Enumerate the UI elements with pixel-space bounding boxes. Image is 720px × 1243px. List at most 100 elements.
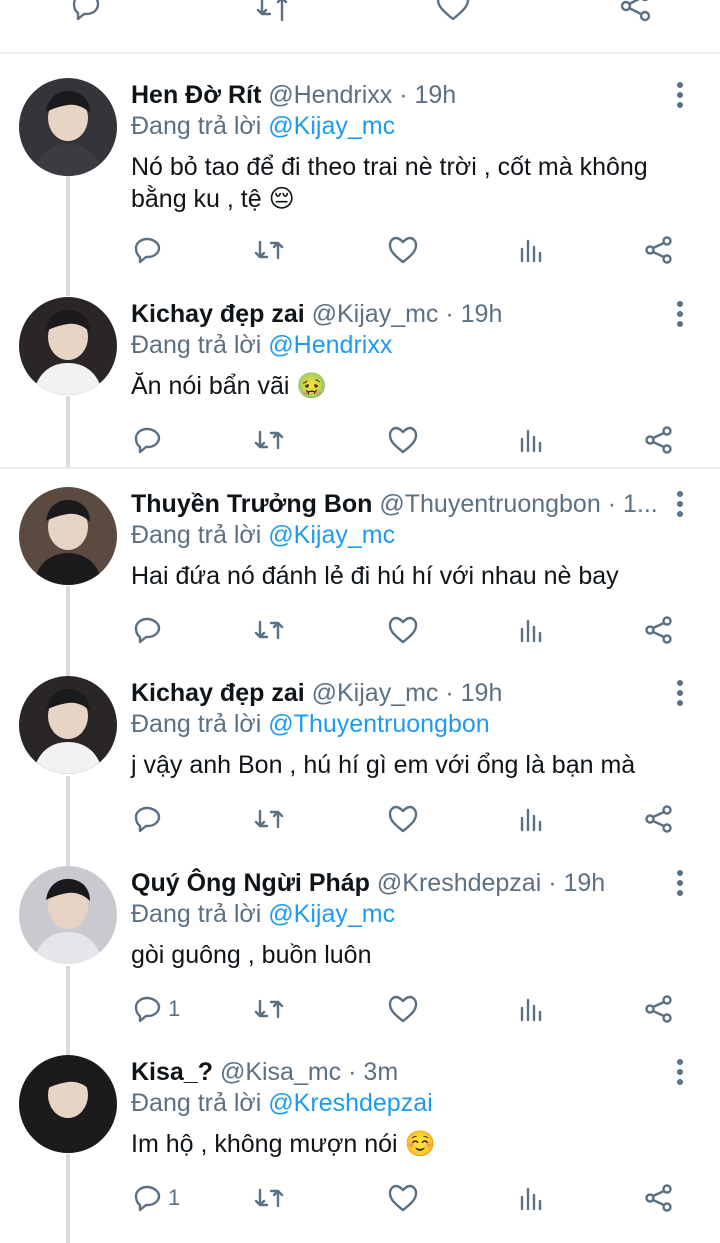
replying-to-mention[interactable]: @Kijay_mc: [268, 112, 395, 140]
tweet-header: Hen Đờ Rít @Hendrixx · 19h: [131, 78, 651, 112]
views-icon[interactable]: [514, 802, 548, 836]
replying-to-label: Đang trả lời: [131, 900, 262, 928]
views-icon[interactable]: [514, 1181, 548, 1215]
display-name[interactable]: Hen Đờ Rít: [131, 81, 261, 109]
timestamp[interactable]: · 1...: [608, 490, 656, 518]
replying-to: Đang trả lời @Kijay_mc: [131, 110, 395, 142]
avatar[interactable]: [19, 866, 117, 964]
share-icon[interactable]: [642, 233, 676, 267]
username[interactable]: @Kijay_mc: [312, 300, 439, 328]
replying-to: Đang trả lời @Thuyentruongbon: [131, 708, 490, 740]
display-name[interactable]: Quý Ông Ngừi Pháp: [131, 869, 370, 897]
tweet-header: Quý Ông Ngừi Pháp @Kreshdepzai · 19h: [131, 866, 651, 900]
avatar[interactable]: [19, 1055, 117, 1153]
replying-to: Đang trả lời @Hendrixx: [131, 329, 392, 361]
avatar-image: [19, 487, 117, 585]
timestamp[interactable]: · 19h: [445, 300, 502, 328]
avatar-image: [19, 676, 117, 774]
timestamp[interactable]: · 3m: [348, 1058, 398, 1086]
retweet-icon[interactable]: [252, 1181, 286, 1215]
replying-to: Đang trả lời @Kijay_mc: [131, 519, 395, 551]
more-icon[interactable]: [668, 1055, 692, 1089]
display-name[interactable]: Kisa_?: [131, 1058, 213, 1086]
retweet-icon[interactable]: [252, 992, 286, 1026]
timestamp[interactable]: · 19h: [445, 679, 502, 707]
like-icon[interactable]: [433, 0, 473, 26]
display-name[interactable]: Kichay đẹp zai: [131, 679, 305, 707]
tweet[interactable]: Hen Đờ Rít @Hendrixx · 19h Đang trả lời …: [0, 78, 720, 264]
reply-icon[interactable]: [131, 423, 165, 457]
tweet-text: Im hộ , không mượn nói ☺️: [131, 1130, 436, 1158]
more-icon[interactable]: [668, 676, 692, 710]
retweet-icon[interactable]: [252, 802, 286, 836]
views-icon[interactable]: [514, 992, 548, 1026]
tweet[interactable]: Thuyền Trưởng Bon @Thuyentruongbon · 1..…: [0, 487, 720, 667]
display-name[interactable]: Kichay đẹp zai: [131, 300, 305, 328]
avatar-image: [19, 1055, 117, 1153]
username[interactable]: @Kreshdepzai: [377, 869, 541, 897]
timestamp[interactable]: · 19h: [548, 869, 605, 897]
reply-icon[interactable]: [131, 802, 165, 836]
display-name[interactable]: Thuyền Trưởng Bon: [131, 490, 372, 518]
like-icon[interactable]: [386, 1181, 420, 1215]
tweet[interactable]: Kichay đẹp zai @Kijay_mc · 19h Đang trả …: [0, 297, 720, 477]
like-icon[interactable]: [386, 233, 420, 267]
reply-count: 1: [168, 996, 181, 1021]
replying-to-label: Đang trả lời: [131, 1089, 262, 1117]
views-icon[interactable]: [514, 613, 548, 647]
username[interactable]: @Hendrixx: [268, 81, 392, 109]
username[interactable]: @Kijay_mc: [312, 679, 439, 707]
avatar[interactable]: [19, 297, 117, 395]
replying-to: Đang trả lời @Kijay_mc: [131, 898, 395, 930]
replying-to-label: Đang trả lời: [131, 331, 262, 359]
avatar-image: [19, 866, 117, 964]
tweet[interactable]: Kichay đẹp zai @Kijay_mc · 19h Đang trả …: [0, 676, 720, 856]
more-icon[interactable]: [668, 78, 692, 112]
replying-to-mention[interactable]: @Hendrixx: [268, 331, 392, 359]
parent-tweet-action-bar: [0, 0, 720, 54]
avatar[interactable]: [19, 676, 117, 774]
like-icon[interactable]: [386, 802, 420, 836]
replying-to-mention[interactable]: @Kijay_mc: [268, 900, 395, 928]
share-icon[interactable]: [642, 1181, 676, 1215]
tweet-header: Kichay đẹp zai @Kijay_mc · 19h: [131, 676, 651, 710]
replying-to-mention[interactable]: @Kreshdepzai: [268, 1089, 432, 1117]
username[interactable]: @Kisa_mc: [220, 1058, 341, 1086]
avatar-image: [19, 297, 117, 395]
like-icon[interactable]: [386, 992, 420, 1026]
more-icon[interactable]: [668, 866, 692, 900]
tweet-text: Nó bỏ tao để đi theo trai nè trời , cốt …: [131, 153, 648, 213]
views-icon[interactable]: [514, 423, 548, 457]
more-icon[interactable]: [668, 487, 692, 521]
tweet[interactable]: Quý Ông Ngừi Pháp @Kreshdepzai · 19h Đan…: [0, 866, 720, 1046]
share-icon[interactable]: [616, 0, 656, 26]
retweet-icon[interactable]: [252, 233, 286, 267]
retweet-icon[interactable]: [252, 613, 286, 647]
retweet-icon[interactable]: [252, 423, 286, 457]
reply-icon[interactable]: [131, 992, 165, 1026]
reply-icon[interactable]: [131, 233, 165, 267]
replying-to-mention[interactable]: @Kijay_mc: [268, 521, 395, 549]
like-icon[interactable]: [386, 613, 420, 647]
like-icon[interactable]: [386, 423, 420, 457]
share-icon[interactable]: [642, 613, 676, 647]
timestamp[interactable]: · 19h: [399, 81, 456, 109]
share-icon[interactable]: [642, 423, 676, 457]
replying-to-mention[interactable]: @Thuyentruongbon: [268, 710, 489, 738]
reply-count: 1: [168, 1185, 181, 1210]
share-icon[interactable]: [642, 992, 676, 1026]
views-icon[interactable]: [514, 233, 548, 267]
avatar[interactable]: [19, 78, 117, 176]
tweet-text: gòi guông , buồn luôn: [131, 941, 372, 969]
tweet[interactable]: Kisa_? @Kisa_mc · 3m Đang trả lời @Kresh…: [0, 1055, 720, 1235]
tweet-header: Kichay đẹp zai @Kijay_mc · 19h: [131, 297, 651, 331]
reply-icon[interactable]: [131, 613, 165, 647]
username[interactable]: @Thuyentruongbon: [379, 490, 600, 518]
avatar[interactable]: [19, 487, 117, 585]
retweet-icon[interactable]: [252, 0, 292, 26]
share-icon[interactable]: [642, 802, 676, 836]
reply-icon[interactable]: [66, 0, 106, 26]
more-icon[interactable]: [668, 297, 692, 331]
reply-icon[interactable]: [131, 1181, 165, 1215]
tweet-header: Kisa_? @Kisa_mc · 3m: [131, 1055, 651, 1089]
